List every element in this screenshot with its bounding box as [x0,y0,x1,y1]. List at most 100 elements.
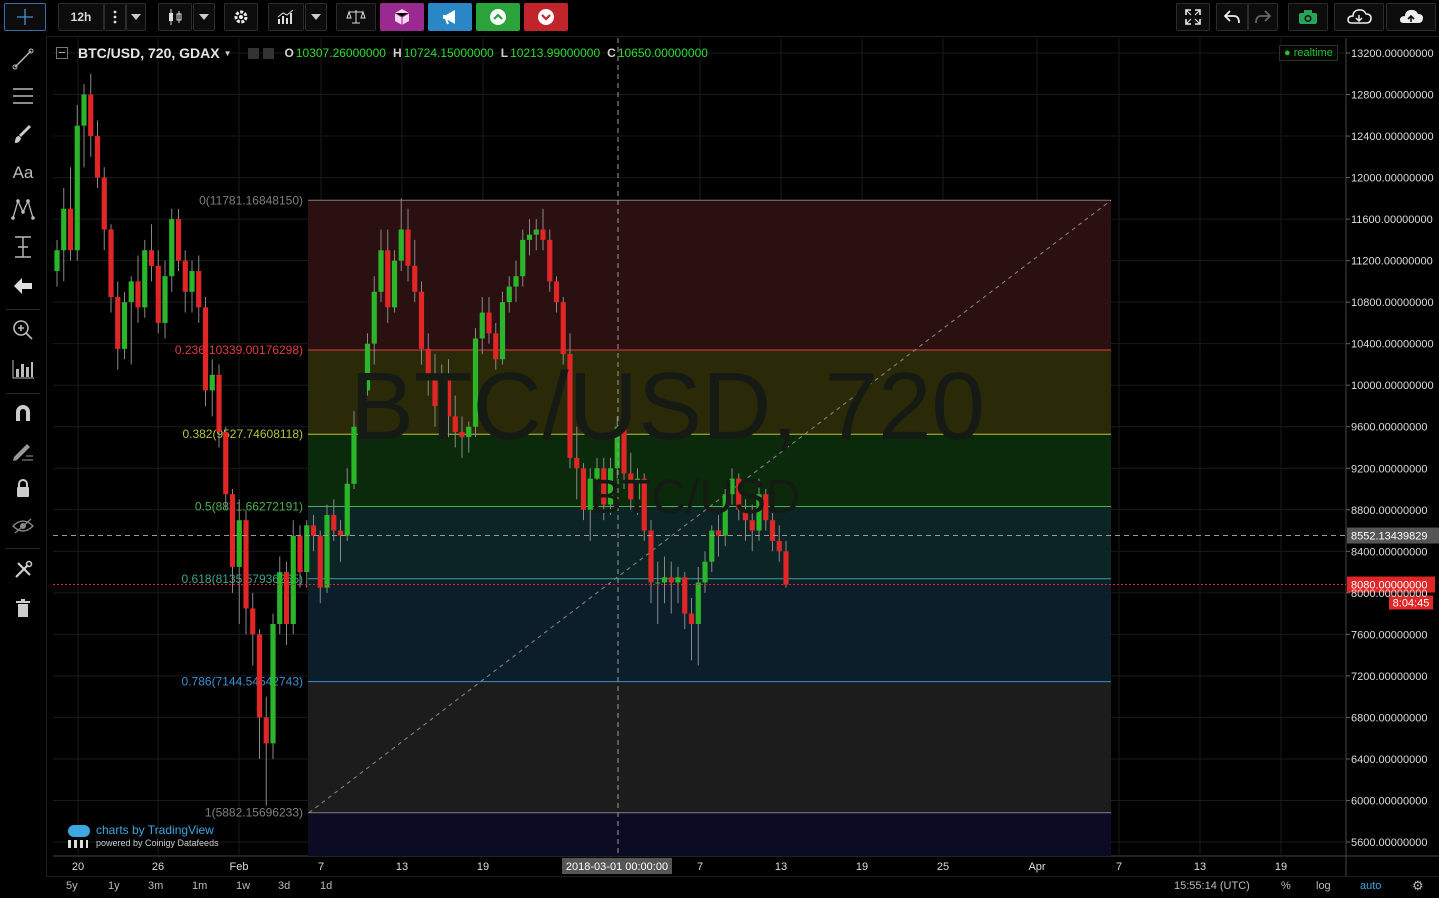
candle-body [256,634,263,718]
measure-tool[interactable] [8,232,38,262]
candle [263,696,269,806]
candle-body [682,577,688,614]
gear-icon[interactable]: ⚙ [1412,878,1424,894]
hide-drawings-tool[interactable] [8,511,38,541]
trend-line-tool[interactable] [8,44,38,74]
channel-tool[interactable] [8,81,38,111]
candle-body [148,250,155,266]
load-chart-button[interactable] [1334,3,1384,31]
candle [61,187,67,282]
candle [101,167,107,251]
candle-body [513,276,519,287]
candle-body [162,276,168,323]
indicators-dropdown[interactable] [305,3,327,31]
candle-body [580,468,587,510]
interval-button[interactable]: 12h [58,3,104,31]
fib-zone [308,812,1111,856]
candle [277,556,283,635]
settings-button[interactable] [224,3,258,31]
candle [236,499,242,624]
symbol-dropdown-icon[interactable]: ▼ [224,49,232,58]
tradingview-branding[interactable]: charts by TradingView powered by Coinigy… [68,823,219,848]
log-toggle[interactable]: log [1316,880,1331,892]
sell-button[interactable] [524,3,568,31]
range-5y[interactable]: 5y [66,880,78,892]
candle-body [540,229,546,240]
compare-button[interactable] [336,3,376,31]
auto-toggle[interactable]: auto [1360,880,1381,892]
chart-type-dropdown[interactable] [193,3,215,31]
candle-body [533,229,539,235]
symbol-title[interactable]: BTC/USD, 720, GDAX [78,45,220,61]
settings-small-icon[interactable] [247,47,259,59]
redo-button[interactable] [1248,3,1278,31]
candle-body [405,229,411,266]
high-value: 10724.15000000 [403,46,494,60]
horizontal-lines-icon [13,88,33,104]
back-tool[interactable] [8,271,38,301]
text-tool[interactable]: Aa [8,158,38,188]
fib-zone [308,200,1111,351]
candle-body [216,374,222,432]
time-tick-label: 25 [937,861,949,873]
interval-dropdown-button[interactable] [126,3,146,31]
candle-body [182,260,188,292]
brush-tool[interactable] [8,120,38,150]
magnet-icon [16,405,30,421]
magnet-tool[interactable] [8,398,38,428]
tools-settings-button[interactable] [8,555,38,585]
volume-profile-tool[interactable] [8,354,38,384]
candle-body [243,520,249,609]
close-value: 10650.00000000 [617,46,708,60]
range-1m[interactable]: 1m [192,880,207,892]
chart-type-button[interactable] [158,3,192,31]
candle [115,281,121,370]
broadcast-button[interactable] [428,3,472,31]
arrow-down-circle-icon [538,9,554,25]
cloud-download-icon [1347,9,1372,24]
candle-body [412,265,418,292]
undo-button[interactable] [1216,3,1248,31]
save-chart-button[interactable] [1386,3,1436,31]
sidebar-divider [6,548,40,549]
megaphone-icon [443,10,455,25]
crosshair-tool-button[interactable] [4,3,46,31]
price-axis: 13200.00000000 12800.00000000 12400.000000… [1346,48,1434,849]
price-tick-label: 8400.00000000 [1351,546,1427,558]
candle [148,224,155,282]
buy-button[interactable] [476,3,520,31]
snapshot-button[interactable] [1288,3,1328,31]
brush-icon [15,125,31,143]
candle-body [189,271,195,292]
percent-toggle[interactable]: % [1281,880,1291,892]
range-1w[interactable]: 1w [236,880,250,892]
zoom-tool[interactable] [8,315,38,345]
drawing-toolbar: Aa [0,36,47,897]
range-3m[interactable]: 3m [148,880,163,892]
fib-level-label: 0.382(9527.74608118) [182,427,303,441]
interval-menu-button[interactable] [104,3,126,31]
range-1y[interactable]: 1y [108,880,120,892]
coinigy-indicator-button[interactable] [380,3,424,31]
range-3d[interactable]: 3d [278,880,290,892]
indicators-button[interactable] [268,3,304,31]
candle-body [229,494,236,567]
range-1d[interactable]: 1d [320,880,332,892]
candle-body [304,525,310,573]
time-tick-label: 7 [1116,861,1122,873]
symbol-legend: BTC/USD, 720, GDAX ▼ O 10307.26000000 H 10… [56,44,708,62]
pattern-tool[interactable] [8,194,38,224]
collapse-legend-icon[interactable] [56,47,68,59]
close-small-icon[interactable] [262,47,274,59]
remove-drawings-button[interactable] [8,593,38,623]
sidebar-divider [6,393,40,394]
fullscreen-button[interactable] [1176,3,1210,31]
candle-body [277,572,283,624]
low-value: 10213.99000000 [510,46,601,60]
stay-in-drawing-tool[interactable] [8,436,38,466]
price-tick-label: 6000.00000000 [1351,795,1427,807]
lock-drawings-tool[interactable] [8,473,38,503]
utc-clock[interactable]: 15:55:14 (UTC) [1174,880,1250,892]
price-tick-label: 11600.00000000 [1351,214,1433,226]
candle-body [223,431,229,495]
